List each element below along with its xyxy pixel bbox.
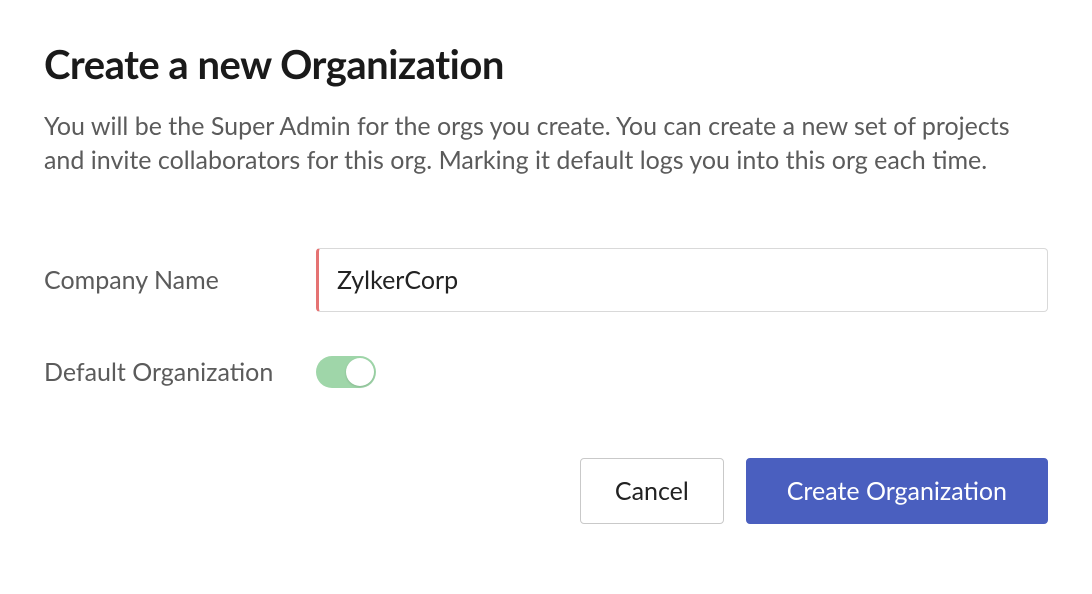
cancel-button[interactable]: Cancel xyxy=(580,458,724,524)
toggle-knob xyxy=(346,358,374,386)
dialog-title: Create a new Organization xyxy=(44,40,1048,88)
default-org-label: Default Organization xyxy=(44,357,316,387)
company-name-input[interactable] xyxy=(316,248,1048,312)
dialog-description: You will be the Super Admin for the orgs… xyxy=(44,110,1044,178)
create-organization-button[interactable]: Create Organization xyxy=(746,458,1048,524)
company-name-row: Company Name xyxy=(44,248,1048,312)
create-org-dialog: Create a new Organization You will be th… xyxy=(0,0,1092,548)
button-row: Cancel Create Organization xyxy=(44,458,1048,524)
company-name-label: Company Name xyxy=(44,265,316,295)
default-org-toggle[interactable] xyxy=(316,356,376,388)
default-org-row: Default Organization xyxy=(44,356,1048,388)
